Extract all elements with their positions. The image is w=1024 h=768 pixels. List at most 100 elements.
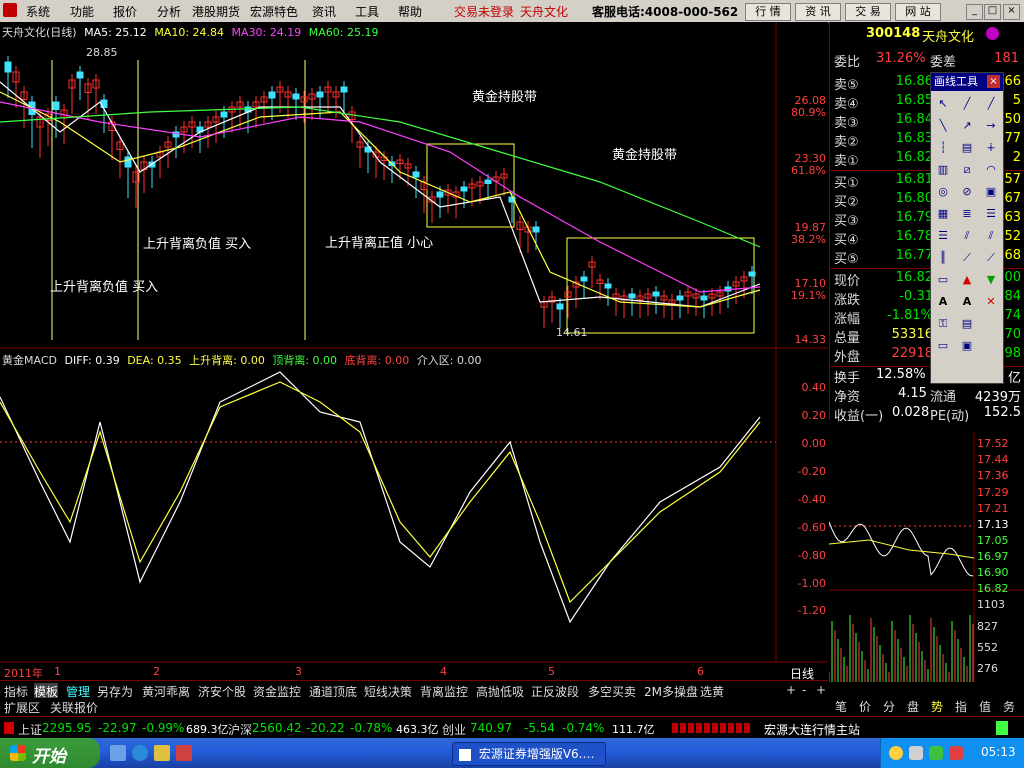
tray-icon[interactable]: [949, 746, 963, 760]
time-axis-label: 5: [548, 665, 555, 678]
menu-item-system[interactable]: 系统: [26, 3, 50, 20]
macd-axis-label: -0.40: [797, 493, 826, 506]
menu-item-analysis[interactable]: 分析: [157, 3, 181, 20]
channel-icon[interactable]: ⧄: [958, 161, 976, 179]
minimize-icon[interactable]: _: [966, 4, 983, 20]
arc-icon[interactable]: ◠: [982, 161, 1000, 179]
up-arrow-icon[interactable]: ▲: [958, 271, 976, 289]
annotation-golden-band-2: 黄金持股带: [612, 148, 678, 163]
time-zone-icon[interactable]: ║: [934, 249, 952, 267]
quote-button[interactable]: 行 情: [745, 3, 791, 21]
side-tab-finance[interactable]: 务: [1003, 698, 1015, 715]
down-arrow-icon[interactable]: ▼: [982, 271, 1000, 289]
horizontal-arrow-icon[interactable]: →: [982, 117, 1000, 135]
drawing-tools-palette[interactable]: 画线工具 × ↖ ╱ ╱ ╲ ↗ → ┆ ▤ ∔ ▥ ⧄ ◠ ◎ ⊘ ▣ ▦ ≣…: [930, 72, 1004, 384]
side-tab-ticks[interactable]: 笔: [835, 698, 847, 715]
delete-icon[interactable]: ✕: [982, 293, 1000, 311]
sh-label[interactable]: 上证: [18, 721, 42, 738]
save-template-icon[interactable]: ▤: [958, 315, 976, 333]
gann-fan-icon[interactable]: ⟋: [958, 249, 976, 267]
line-segment-icon[interactable]: ╱: [958, 95, 976, 113]
zoom-in-button[interactable]: +: [786, 683, 796, 697]
vertical-line-icon[interactable]: ┆: [934, 139, 952, 157]
stat-extra: 00: [1004, 270, 1021, 285]
circle-icon[interactable]: ◎: [934, 183, 952, 201]
side-tab-book[interactable]: 盘: [907, 698, 919, 715]
clock[interactable]: 05:13: [981, 745, 1016, 759]
ga-icon[interactable]: ▦: [934, 205, 952, 223]
arrow-line-icon[interactable]: ↗: [958, 117, 976, 135]
buy-label: 买①: [834, 176, 859, 191]
side-tab-value[interactable]: 值: [979, 698, 991, 715]
price-axis-label: 14.33: [794, 333, 827, 346]
price-line-icon[interactable]: ∔: [982, 139, 1000, 157]
chart-area[interactable]: 天舟文化(日线) MA5: 25.12 MA10: 24.84 MA30: 24…: [0, 22, 828, 686]
close-icon[interactable]: ×: [1003, 4, 1020, 20]
fan-icon[interactable]: ☰: [934, 227, 952, 245]
speed-line-icon[interactable]: ⫽: [958, 227, 976, 245]
side-tab-price[interactable]: 价: [859, 698, 871, 715]
zoom-out-button[interactable]: -: [802, 683, 806, 697]
rectangle-icon[interactable]: ▭: [934, 271, 952, 289]
cy-label[interactable]: 创业: [442, 721, 466, 738]
quicklaunch-app-icon[interactable]: [154, 745, 170, 761]
taskbar-item-app[interactable]: 宏源证券增强版V6.…: [452, 742, 606, 766]
quicklaunch-ie-icon[interactable]: [132, 745, 148, 761]
index-ticker: 上证 2295.95 -22.97 -0.99% 689.3亿 沪深 2560.…: [0, 716, 1024, 739]
text-icon[interactable]: A: [934, 293, 952, 311]
windows-logo-icon: [10, 745, 26, 761]
buy-volume: 57: [1004, 172, 1021, 187]
side-tab-minute[interactable]: 分: [883, 698, 895, 715]
tray-icon[interactable]: [929, 746, 943, 760]
float-value: 4239万: [974, 390, 1021, 405]
menu-item-tools[interactable]: 工具: [355, 3, 379, 20]
trade-button[interactable]: 交 易: [845, 3, 891, 21]
high-marker: 28.85: [86, 46, 118, 59]
tray-icon[interactable]: [909, 746, 923, 760]
sz-label[interactable]: 沪深: [228, 721, 252, 738]
drawing-tools-title-text: 画线工具: [934, 75, 978, 88]
straight-line-icon[interactable]: ╲: [934, 117, 952, 135]
count-line-icon[interactable]: ▤: [958, 139, 976, 157]
fibonacci-icon[interactable]: ≣: [958, 205, 976, 223]
side-tab-trend[interactable]: 势: [931, 698, 943, 715]
expand-button[interactable]: +: [816, 683, 826, 697]
text-style-icon[interactable]: A: [958, 293, 976, 311]
tray-icon[interactable]: [889, 746, 903, 760]
parallel-lines-icon[interactable]: ▥: [934, 161, 952, 179]
tab-related-quote[interactable]: 关联报价: [50, 699, 98, 716]
stat-label: 总量: [834, 331, 861, 346]
quicklaunch-desktop-icon[interactable]: [110, 745, 126, 761]
angle-line-icon[interactable]: ⫽: [982, 227, 1000, 245]
menu-item-quote[interactable]: 报价: [113, 3, 137, 20]
menu-item-hongyuan[interactable]: 宏源特色: [250, 3, 298, 20]
drawing-tools-title[interactable]: 画线工具 ×: [931, 73, 1003, 91]
login-status[interactable]: 交易未登录: [454, 3, 514, 20]
gp-icon[interactable]: ▣: [982, 183, 1000, 201]
server-name[interactable]: 宏源大连行情主站: [764, 721, 860, 738]
start-button[interactable]: 开始: [0, 738, 100, 768]
close-icon[interactable]: ×: [987, 75, 1000, 88]
menu-item-function[interactable]: 功能: [70, 3, 94, 20]
intraday-chart[interactable]: 17.52 17.44 17.36 17.29 17.21 17.13 17.0…: [829, 432, 1024, 682]
menu-item-hk-futures[interactable]: 港股期货: [192, 3, 240, 20]
restore-icon[interactable]: □: [984, 4, 1001, 20]
fib-ratio-icon[interactable]: ☰: [982, 205, 1000, 223]
menu-item-news[interactable]: 资讯: [312, 3, 336, 20]
website-button[interactable]: 网 站: [895, 3, 941, 21]
quicklaunch-app-icon[interactable]: [176, 745, 192, 761]
cursor-tool-icon[interactable]: ↖: [934, 95, 952, 113]
properties-icon[interactable]: ▣: [958, 337, 976, 355]
ruler-icon[interactable]: ▭: [934, 337, 952, 355]
app-name-link[interactable]: 天舟文化: [520, 3, 568, 20]
side-tab-index[interactable]: 指: [955, 698, 967, 715]
period-icon[interactable]: ⟋: [982, 249, 1000, 267]
gann-circle-icon[interactable]: ⊘: [958, 183, 976, 201]
news-button[interactable]: 资 讯: [795, 3, 841, 21]
menu-item-help[interactable]: 帮助: [398, 3, 422, 20]
tab-extension[interactable]: 扩展区: [4, 699, 40, 716]
macd-axis-label: 0.20: [801, 409, 827, 422]
ray-icon[interactable]: ╱: [982, 95, 1000, 113]
stat-value: -0.31: [899, 289, 933, 304]
lock-icon[interactable]: ⚿: [934, 315, 952, 333]
